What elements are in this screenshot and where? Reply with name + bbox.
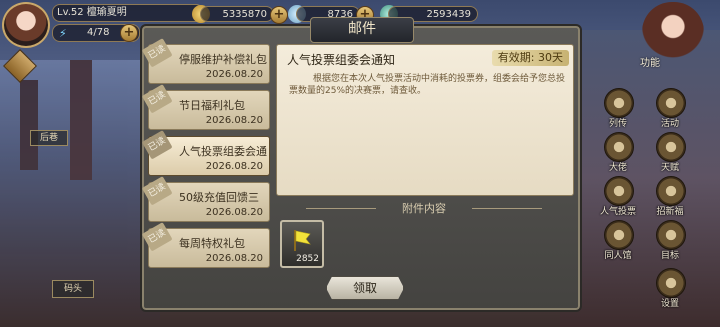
settings-button[interactable]: 设置 — [650, 268, 690, 312]
recruit-button[interactable]: 招新福 — [650, 176, 690, 220]
mail-item-selected[interactable]: 已读 人气投票组委会通 2026.08.20 — [141, 130, 270, 176]
book-icon — [604, 88, 634, 118]
event-icon — [656, 88, 686, 118]
boss-button[interactable]: 大佬 — [598, 132, 638, 176]
side-label: 设置 — [660, 299, 679, 309]
mail-content: 人气投票组委会通知 有效期: 30天 根据您在本次人气投票活动中消耗的投票券，组… — [276, 44, 574, 196]
side-label: 活动 — [660, 119, 679, 129]
mail-item-title: 人气投票组委会通 — [179, 145, 267, 158]
read-tag: 已读 — [141, 222, 173, 252]
mail-item[interactable]: 已读 50级充值回馈三 2026.08.20 — [141, 176, 270, 222]
read-tag: 已读 — [141, 84, 173, 114]
energy-value: 4/78 — [87, 27, 110, 38]
event-button[interactable]: 活动 — [650, 88, 690, 132]
side-label: 大佬 — [608, 163, 627, 173]
target-button[interactable]: 目标 — [650, 220, 690, 264]
mail-item-date: 2026.08.20 — [205, 253, 263, 264]
mail-item-date: 2026.08.20 — [205, 115, 263, 126]
mail-item-date: 2026.08.20 — [205, 161, 263, 172]
side-label: 人气投票 — [599, 207, 636, 217]
hall-icon — [604, 220, 634, 250]
read-tag: 已读 — [141, 176, 173, 206]
talent-button[interactable]: 天赋 — [650, 132, 690, 176]
mail-item-title: 50级充值回馈三 — [179, 191, 259, 204]
yellow-flag-icon — [294, 230, 311, 251]
player-level-name: Lv.52 檀瑜夏明 — [52, 4, 204, 22]
mail-item-date: 2026.08.20 — [205, 69, 263, 80]
map-label-dock[interactable]: 码头 — [52, 280, 94, 298]
mail-list: 已读 停服维护补偿礼包 2026.08.20 已读 节日福利礼包 2026.08… — [141, 38, 270, 270]
gold-add-button[interactable]: + — [270, 6, 288, 24]
gear-icon — [656, 268, 686, 298]
biography-button[interactable]: 列传 — [598, 88, 638, 132]
mail-item[interactable]: 已读 每周特权礼包 2026.08.20 — [141, 222, 270, 268]
side-menu: 列传 活动 大佬 天赋 人气投票 招新福 同人馆 目标 设置 — [592, 80, 712, 320]
mail-item[interactable]: 已读 停服维护补偿礼包 2026.08.20 — [141, 38, 270, 84]
mail-title: 邮件 — [310, 17, 414, 43]
energy-icon: ⚡ — [59, 27, 67, 40]
fan-hall-button[interactable]: 同人馆 — [598, 220, 638, 264]
boss-icon — [604, 132, 634, 162]
attachment-count: 2852 — [296, 254, 319, 264]
mail-panel: 邮件 已读 停服维护补偿礼包 2026.08.20 已读 节日福利礼包 2026… — [140, 17, 582, 312]
mail-content-title: 人气投票组委会通知 — [287, 53, 396, 67]
map-label-alley[interactable]: 后巷 — [30, 130, 68, 146]
side-label: 目标 — [660, 251, 679, 261]
mail-item-title: 节日福利礼包 — [179, 99, 245, 112]
attachments-label: 附件内容 — [276, 200, 572, 216]
side-label: 天赋 — [660, 163, 679, 173]
vote-icon — [604, 176, 634, 206]
mail-item-title: 每周特权礼包 — [179, 237, 245, 250]
attachment-slot[interactable]: 2852 — [280, 220, 324, 268]
mail-item-date: 2026.08.20 — [205, 207, 263, 218]
popularity-vote-button[interactable]: 人气投票 — [598, 176, 638, 220]
target-icon — [656, 220, 686, 250]
side-label: 招新福 — [656, 207, 684, 217]
claim-button[interactable]: 领取 — [326, 276, 404, 300]
function-label: 功能 — [640, 58, 660, 69]
side-label: 列传 — [608, 119, 627, 129]
validity-badge: 有效期: 30天 — [491, 50, 569, 66]
mail-item[interactable]: 已读 节日福利礼包 2026.08.20 — [141, 84, 270, 130]
mail-item-title: 停服维护补偿礼包 — [179, 53, 267, 66]
energy-add-button[interactable]: + — [120, 24, 138, 42]
recruit-icon — [656, 176, 686, 206]
mail-content-body: 根据您在本次人气投票活动中消耗的投票券，组委会给予您总投票数量的25%的决赛票，… — [289, 74, 566, 96]
talent-icon — [656, 132, 686, 162]
read-tag: 已读 — [141, 38, 173, 68]
read-tag: 已读 — [141, 130, 173, 160]
gold-value: 5335870 — [200, 6, 274, 22]
side-label: 同人馆 — [604, 251, 632, 261]
player-avatar[interactable] — [2, 2, 50, 48]
